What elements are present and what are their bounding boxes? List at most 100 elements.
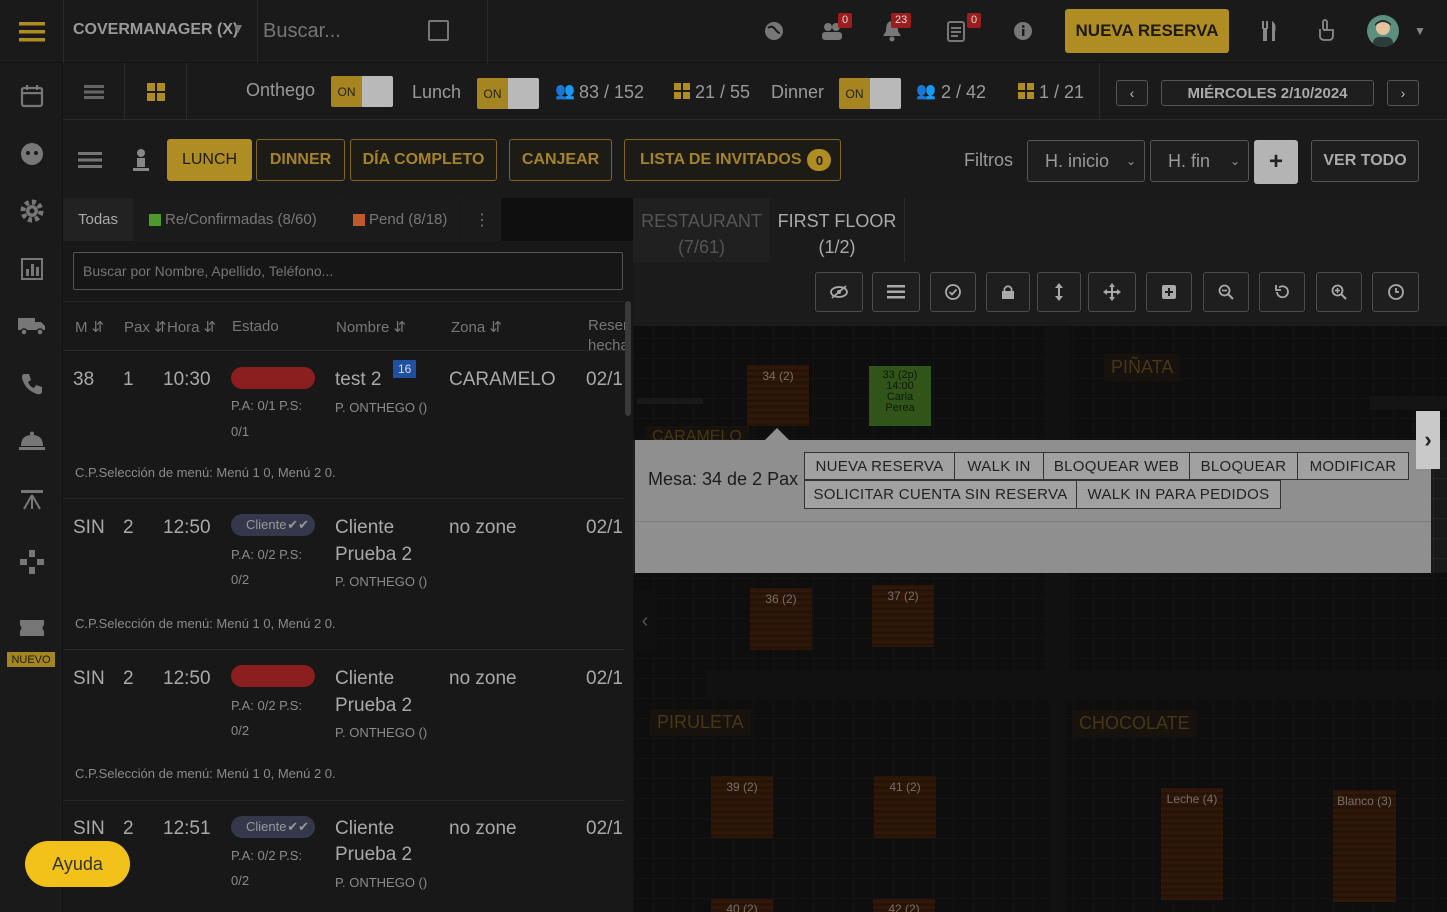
guest-list-button[interactable]: LISTA DE INVITADOS 0 [624,139,841,181]
tab-pending[interactable]: Pend (8/18) [339,198,463,241]
globe-icon[interactable] [762,19,786,43]
tab-all[interactable]: Todas [63,198,133,241]
row-table-number: SIN [73,818,105,839]
status-pill-label: Cliente [246,819,287,834]
add-square-icon[interactable] [1146,272,1192,312]
people-badge: 0 [838,13,853,28]
status-pill[interactable] [231,367,315,389]
search-input[interactable] [263,14,433,48]
dinner-tab[interactable]: DINNER [256,139,345,181]
grid-view-icon[interactable] [125,63,187,120]
list-icon[interactable] [872,272,920,312]
row-name: Cliente [335,517,395,538]
lock-icon[interactable] [986,272,1030,312]
next-day-button[interactable]: › [1387,80,1419,106]
col-name[interactable]: Nombre ⇵ [336,318,406,336]
reservation-search-input[interactable] [73,252,623,290]
table-row[interactable]: SIN 2 12:50 Cliente ✔✔ P.A: 0/2 P.S: 0/2 … [63,499,625,650]
status-tabs: Todas Re/Confirmadas (8/60) Pend (8/18) … [63,198,633,241]
divider [1099,63,1100,120]
lunch-table-count: 21 / 55 [695,82,751,102]
date-selector[interactable]: MIÉRCOLES 2/10/2024 [1161,80,1374,106]
popup-walk-in-orders-button[interactable]: WALK IN PARA PEDIDOS [1076,480,1281,509]
col-hour-label: Hora [167,319,200,336]
table-grid-icon [1018,83,1034,104]
resize-vertical-icon[interactable] [1037,272,1081,312]
lunch-toggle[interactable]: ON [477,78,539,109]
gamepad-icon[interactable] [0,542,63,582]
divider [487,0,488,63]
tab-confirmed[interactable]: Re/Confirmadas (8/60) [134,198,338,241]
table-row[interactable]: SIN 2 12:50 P.A: 0/2 P.S: 0/2 Cliente Pr… [63,650,625,801]
info-icon[interactable] [1011,19,1035,43]
table-row[interactable]: 38 1 10:30 P.A: 0/1 P.S: 0/1 test 2 16 P… [63,352,625,499]
redeem-button[interactable]: CANJEAR [509,139,612,181]
table-header: M ⇵ Pax ⇵ Hora ⇵ Estado Nombre ⇵ Zona ⇵ … [63,301,625,354]
gear-icon[interactable] [0,191,63,231]
see-all-button[interactable]: VER TODO [1311,140,1419,182]
undo-icon[interactable] [1259,272,1305,312]
popup-new-reservation-button[interactable]: NUEVA RESERVA [804,452,955,480]
delivery-truck-icon[interactable] [0,306,63,346]
eye-slash-icon[interactable] [815,272,863,312]
start-hour-select[interactable]: H. inicio ⌄ [1027,140,1145,182]
table-row[interactable]: SIN 2 12:51 Cliente ✔✔ P.A: 0/2 P.S: 0/2 … [63,801,625,912]
menu-icon[interactable] [0,0,63,63]
col-zone[interactable]: Zona ⇵ [451,318,502,336]
clock-icon[interactable] [1372,272,1419,312]
col-status: Estado [232,318,279,335]
new-reservation-button[interactable]: NUEVA RESERVA [1065,9,1229,53]
stats-icon[interactable] [0,249,63,289]
row-table-number: SIN [73,668,105,689]
onthego-toggle[interactable]: ON [331,76,393,107]
cutlery-icon[interactable] [1256,18,1282,44]
list-icon[interactable] [75,148,105,172]
help-button[interactable]: Ayuda [25,841,130,887]
prev-day-button[interactable]: ‹ [1116,80,1148,106]
search-checkbox[interactable] [428,20,449,41]
hand-pointer-icon[interactable] [1313,17,1339,43]
list-view-icon[interactable] [63,63,125,120]
clipboard-badge: 0 [967,13,982,28]
add-filter-button[interactable]: + [1254,140,1298,184]
status-pill[interactable]: Cliente ✔✔ [231,514,315,536]
dinner-toggle[interactable]: ON [839,78,901,109]
popup-request-bill-button[interactable]: SOLICITAR CUENTA SIN RESERVA [804,480,1077,509]
guest-face-icon[interactable] [0,134,63,174]
check-circle-icon[interactable] [930,272,976,312]
col-hour[interactable]: Hora ⇵ [167,318,216,336]
avatar[interactable] [1367,15,1399,47]
popup-walk-in-button[interactable]: WALK IN [954,452,1044,480]
phone-icon[interactable] [0,364,63,404]
zoom-out-icon[interactable] [1203,272,1249,312]
end-hour-select[interactable]: H. fin ⌄ [1150,140,1249,182]
clipboard-icon[interactable] [942,19,970,43]
popup-block-web-button[interactable]: BLOQUEAR WEB [1043,452,1190,480]
lunch-tab[interactable]: LUNCH [167,139,252,181]
tab-restaurant[interactable]: RESTAURANT (7/61) [633,198,770,262]
list-scrollbar[interactable] [625,301,631,416]
row-pa: P.A: 0/2 P.S: [231,848,303,863]
cloche-icon[interactable] [0,421,63,461]
status-pill[interactable]: Cliente ✔✔ [231,816,315,838]
popup-block-button[interactable]: BLOQUEAR [1189,452,1298,480]
chevron-right-icon[interactable]: › [1416,411,1440,469]
row-pax: 2 [123,818,134,839]
pier-icon[interactable] [0,479,63,519]
tab-first-floor[interactable]: FIRST FLOOR (1/2) [770,198,905,262]
chevron-down-icon[interactable]: ▼ [1414,24,1426,38]
status-pill[interactable] [231,665,315,687]
waiter-icon[interactable] [129,146,153,174]
account-selector[interactable]: COVERMANAGER (X) ▼ [63,0,258,63]
row-ps: 0/2 [231,572,250,587]
col-pax[interactable]: Pax ⇵ [124,318,167,336]
more-options-icon[interactable]: ⋮ [464,198,500,241]
zoom-in-icon[interactable] [1316,272,1362,312]
calendar-icon[interactable] [0,76,63,116]
row-pax: 2 [123,668,134,689]
ticket-icon[interactable] [0,608,63,648]
col-m[interactable]: M ⇵ [75,318,104,336]
move-icon[interactable] [1088,272,1136,312]
popup-modify-button[interactable]: MODIFICAR [1297,452,1409,480]
full-day-tab[interactable]: DÍA COMPLETO [350,139,497,181]
